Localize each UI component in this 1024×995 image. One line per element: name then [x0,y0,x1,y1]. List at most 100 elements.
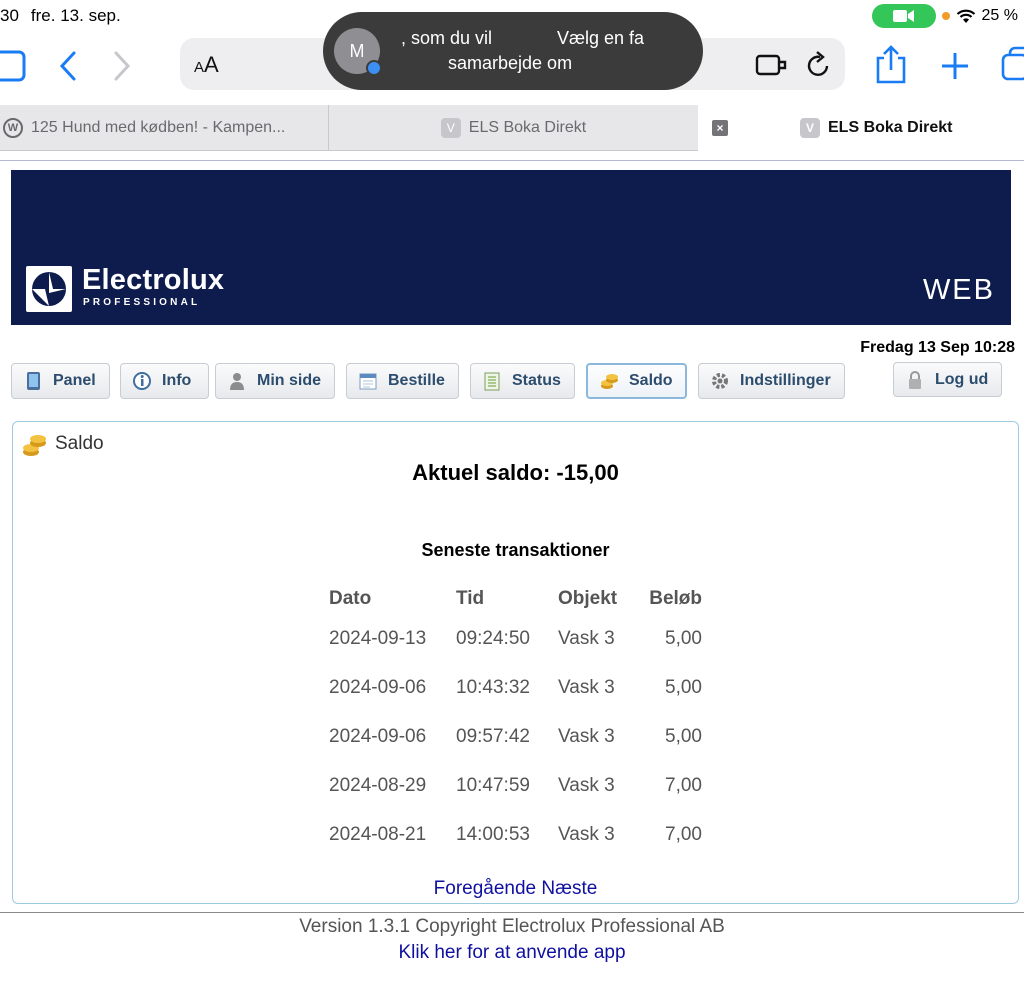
back-icon[interactable] [58,50,78,82]
wordpress-icon: W [3,118,23,138]
info-icon [133,372,151,390]
electrolux-logo-icon [26,266,72,312]
tablet-icon [27,372,40,390]
tab-label: ELS Boka Direkt [468,119,587,136]
coins-icon [601,374,618,389]
status-bar-left: 30 fre. 13. sep. [0,6,133,26]
table-row: 2024-09-06 09:57:42 Vask 3 5,00 [329,712,702,761]
nav-info-button[interactable]: Info [120,363,209,399]
favicon-icon: V [440,118,461,138]
cell-amount: 7,00 [665,823,702,845]
camera-in-use-icon [871,4,936,28]
nav-indstillinger-button[interactable]: Indstillinger [698,363,845,399]
cell-object: Vask 3 [558,676,615,698]
cell-time: 10:47:59 [456,774,530,796]
cell-object: Vask 3 [558,823,615,845]
pagination: Foregående Næste [13,878,1018,900]
current-balance: Aktuel saldo: -15,00 [412,460,619,485]
saldo-panel: Saldo Aktuel saldo: -15,00 Seneste trans… [12,421,1019,904]
status-time: 30 [0,6,19,25]
tab-els-2-active[interactable]: × V ELS Boka Direkt [698,105,1024,151]
forward-icon[interactable] [112,50,132,82]
new-tab-icon[interactable] [940,51,970,81]
extension-icon[interactable] [755,52,789,78]
cell-object: Vask 3 [558,774,615,796]
tab-label: ELS Boka Direkt [828,119,953,136]
cell-amount: 5,00 [665,676,702,698]
brand-subtitle: PROFESSIONAL [83,297,201,308]
safari-badge-icon [366,60,382,76]
brand-banner: Electrolux PROFESSIONAL WEB [11,170,1011,325]
cell-date: 2024-09-06 [329,725,427,747]
divider [0,912,1024,913]
cell-amount: 5,00 [665,725,702,747]
nav-saldo-button[interactable]: Saldo [586,363,687,399]
transactions-table: Dato Tid Objekt Beløb 2024-09-13 09:24:5… [329,584,702,859]
column-header: Tid [456,588,485,609]
cell-time: 09:57:42 [456,725,530,747]
nav-log-ud-button[interactable]: Log ud [893,362,1002,397]
nav-bestille-button[interactable]: Bestille [346,363,459,399]
page: 30 fre. 13. sep. 25 % AA M , som du vil V… [0,0,1024,995]
avatar: M [334,28,382,76]
column-header: Beløb [649,588,702,609]
calendar-icon [359,373,377,390]
battery-percent: 25 % [981,7,1018,24]
favicon-icon: V [800,118,820,138]
wifi-icon [956,9,975,23]
cell-date: 2024-08-29 [329,774,427,796]
cell-amount: 7,00 [665,774,702,796]
use-app-link[interactable]: Klik her for at anvende app [0,942,1024,964]
transactions-heading: Seneste transaktioner [421,540,610,560]
status-date: fre. 13. sep. [30,6,121,25]
previous-link[interactable]: Foregående [434,878,536,899]
current-datetime: Fredag 13 Sep 10:28 [860,339,1015,356]
coins-icon [23,435,46,456]
checklist-icon [484,372,500,391]
gear-icon [712,373,728,389]
cell-time: 10:43:32 [456,676,530,698]
toast-text-2: Vælg en fa [557,28,645,48]
table-row: 2024-09-06 10:43:32 Vask 3 5,00 [329,663,702,712]
tab-wordpress[interactable]: W 125 Hund med kødben! - Kampen... [3,105,325,151]
reader-options-button[interactable]: AA [194,52,219,78]
tab-els-1[interactable]: V ELS Boka Direkt [329,105,698,151]
table-row: 2024-08-21 14:00:53 Vask 3 7,00 [329,810,702,859]
column-header: Dato [329,588,372,609]
tab-bar: W 125 Hund med kødben! - Kampen... V ELS… [0,105,1024,151]
panel-title: Saldo [21,430,104,458]
status-bar-right: 25 % [871,4,1018,28]
lock-icon [909,370,921,389]
user-icon [230,373,244,390]
version-text: Version 1.3.1 Copyright Electrolux Profe… [299,916,725,937]
cell-time: 09:24:50 [456,627,530,649]
close-tab-icon[interactable]: × [712,120,728,136]
sidebar-icon[interactable] [0,50,26,82]
cell-amount: 5,00 [665,627,702,649]
share-collaboration-toast[interactable]: M , som du vil Vælg en fa samarbejde om [323,12,703,90]
cell-object: Vask 3 [558,725,615,747]
nav-min-side-button[interactable]: Min side [215,363,335,399]
toast-text-1: , som du vil [401,28,493,48]
next-link[interactable]: Næste [541,878,597,899]
column-header: Objekt [558,588,618,609]
table-row: 2024-08-29 10:47:59 Vask 3 7,00 [329,761,702,810]
nav-status-button[interactable]: Status [470,363,575,399]
brand-name: Electrolux [82,264,225,296]
cell-date: 2024-09-13 [329,627,427,649]
nav-panel-button[interactable]: Panel [11,363,110,399]
divider [0,160,1024,161]
cell-time: 14:00:53 [456,823,530,845]
cell-date: 2024-08-21 [329,823,427,845]
tab-label: 125 Hund med kødben! - Kampen... [31,119,286,136]
cell-object: Vask 3 [558,627,615,649]
mic-indicator-icon [941,12,950,20]
tabs-overview-icon[interactable] [1000,46,1024,82]
toast-text-3: samarbejde om [448,53,573,73]
web-label: WEB [922,274,995,306]
share-icon[interactable] [874,44,908,84]
cell-date: 2024-09-06 [329,676,427,698]
table-header-row: Dato Tid Objekt Beløb [329,584,702,614]
table-row: 2024-09-13 09:24:50 Vask 3 5,00 [329,614,702,663]
reload-icon[interactable] [806,51,832,79]
